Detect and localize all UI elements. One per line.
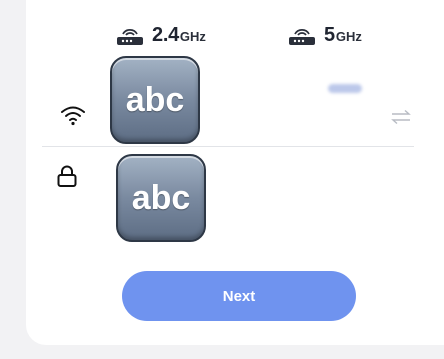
band-number: 2.4 — [152, 23, 179, 46]
network-name-indicator — [328, 84, 362, 93]
lock-icon — [57, 165, 77, 187]
band-option-5ghz[interactable]: 5 GHz — [286, 20, 362, 50]
swap-icon[interactable] — [390, 109, 412, 125]
band-unit: GHz — [179, 29, 206, 44]
band-unit: GHz — [335, 29, 362, 44]
band-selector: 2.4 GHz 5 GHz — [26, 20, 444, 50]
wifi-name-row: abc — [26, 55, 444, 147]
router-icon — [289, 28, 315, 45]
wifi-setup-card: 2.4 GHz 5 GHz abc abc Next — [26, 0, 444, 345]
password-row: abc — [26, 152, 444, 247]
password-field[interactable]: abc — [116, 154, 206, 242]
band-number: 5 — [324, 23, 335, 46]
router-icon — [117, 28, 143, 45]
wifi-name-field[interactable]: abc — [110, 56, 200, 144]
divider — [42, 146, 414, 147]
next-button[interactable]: Next — [122, 271, 356, 321]
wifi-icon — [61, 106, 85, 126]
band-option-2-4ghz[interactable]: 2.4 GHz — [114, 20, 206, 50]
